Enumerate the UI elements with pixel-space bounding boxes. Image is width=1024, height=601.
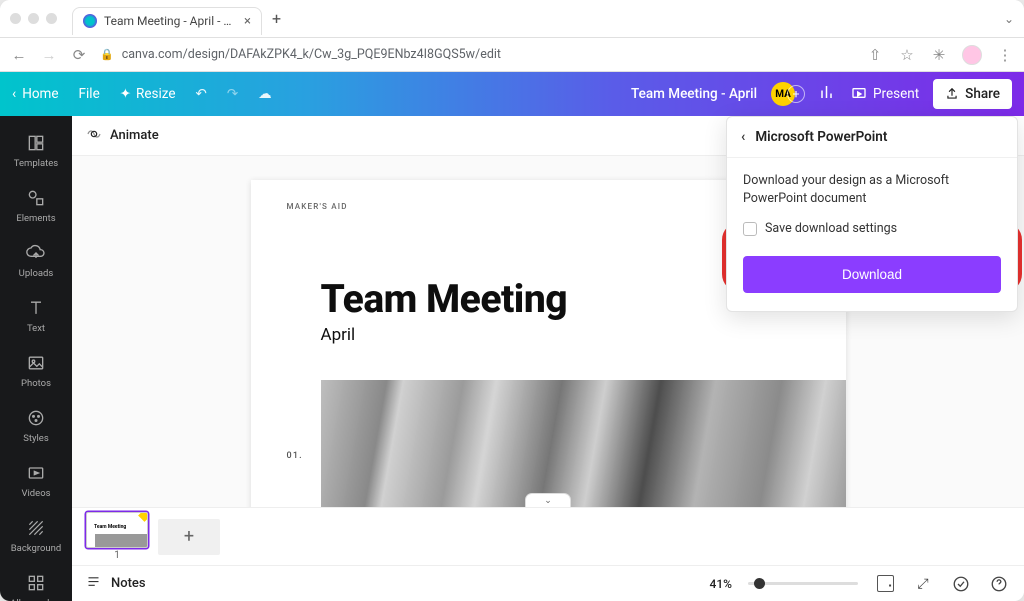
reload-button[interactable]: ⟳ [70,46,88,64]
sidebar-item-templates[interactable]: Templates [0,124,72,177]
slide-title-text[interactable]: Team Meeting [321,276,568,322]
url-text: canva.com/design/DAFAkZPK4_k/Cw_3g_PQE9E… [122,47,501,62]
file-menu[interactable]: File [79,86,100,102]
panel-title: Microsoft PowerPoint [755,129,887,145]
menu-icon[interactable]: ⋮ [996,46,1014,64]
forward-button[interactable]: → [40,46,58,64]
save-settings-label: Save download settings [765,221,897,236]
background-icon [25,517,47,539]
workspace: Animate MAKER'S AID Team Meeting April 0… [72,116,1024,601]
minimize-window-icon[interactable] [28,13,39,24]
sidebar-item-background[interactable]: Background [0,509,72,562]
resize-button[interactable]: ✦ Resize [120,86,176,102]
sidebar-item-styles[interactable]: Styles [0,399,72,452]
page-thumbnail-1[interactable]: Team Meeting 1 [86,512,148,561]
profile-avatar-icon[interactable] [962,45,982,65]
grid-view-button[interactable]: ▪ [874,573,896,595]
chevron-down-icon[interactable]: ⌄ [1004,12,1014,26]
help-button[interactable] [988,573,1010,595]
canva-favicon-icon [83,14,97,28]
slide-subtitle-text[interactable]: April [321,325,356,345]
footer-bar: Notes 41% ▪ ⤢ [72,565,1024,601]
home-button[interactable]: ‹ Home [12,86,59,102]
sidebar-item-elements[interactable]: Elements [0,179,72,232]
thumbnail-rail: Team Meeting 1 + [72,507,1024,565]
styles-icon [25,407,47,429]
document-title[interactable]: Team Meeting - April [631,86,757,102]
chevron-left-icon: ‹ [12,86,16,102]
slide-page-number[interactable]: 01. [287,451,303,461]
left-sidebar: Templates Elements Uploads Text Photos S… [0,116,72,601]
extension-icon[interactable]: ✳ [930,46,948,64]
magic-resize-icon: ✦ [120,86,131,102]
animate-icon [86,126,102,146]
undo-icon[interactable]: ↶ [196,86,207,102]
slide-brand-text[interactable]: MAKER'S AID [287,202,348,211]
save-settings-checkbox[interactable]: Save download settings [743,221,1001,236]
add-collaborator-button[interactable]: + [787,85,805,103]
slide-photo[interactable] [321,380,846,507]
close-window-icon[interactable] [10,13,21,24]
fullscreen-button[interactable]: ⤢ [912,573,934,595]
sidebar-item-all-designs[interactable]: All your de... [0,564,72,601]
sidebar-item-text[interactable]: Text [0,289,72,342]
analytics-icon[interactable] [819,83,837,105]
home-label: Home [22,86,58,102]
back-button[interactable]: ← [10,46,28,64]
browser-address-bar: ← → ⟳ 🔒 canva.com/design/DAFAkZPK4_k/Cw_… [0,38,1024,72]
resize-label: Resize [136,86,175,102]
redo-icon[interactable]: ↷ [227,86,238,102]
share-label: Share [965,86,1000,102]
zoom-slider[interactable] [748,582,858,585]
videos-icon [25,462,47,484]
bookmark-icon[interactable]: ☆ [898,46,916,64]
url-field[interactable]: 🔒 canva.com/design/DAFAkZPK4_k/Cw_3g_PQE… [100,47,854,62]
sidebar-item-videos[interactable]: Videos [0,454,72,507]
templates-icon [25,132,47,154]
share-url-icon[interactable]: ⇧ [866,46,884,64]
notes-icon [86,574,101,593]
browser-titlebar: Team Meeting - April - Presen × + ⌄ [0,0,1024,38]
browser-tab[interactable]: Team Meeting - April - Presen × [72,7,262,35]
checkmark-status-icon[interactable] [950,573,972,595]
panel-back-button[interactable]: ‹ [741,129,745,145]
lock-icon: 🔒 [100,48,114,61]
maximize-window-icon[interactable] [46,13,57,24]
text-icon [25,297,47,319]
zoom-level[interactable]: 41% [710,577,732,591]
browser-window: Team Meeting - April - Presen × + ⌄ ← → … [0,0,1024,601]
sidebar-item-photos[interactable]: Photos [0,344,72,397]
expand-pages-button[interactable]: ⌄ [525,493,571,507]
cloud-sync-icon[interactable]: ☁ [258,86,272,102]
panel-description: Download your design as a Microsoft Powe… [743,172,1001,207]
notes-button[interactable]: Notes [111,576,146,591]
photos-icon [25,352,47,374]
present-button[interactable]: Present [851,86,919,102]
download-button[interactable]: Download [743,256,1001,293]
tab-title: Team Meeting - April - Presen [104,14,237,28]
sidebar-item-uploads[interactable]: Uploads [0,234,72,287]
uploads-icon [25,242,47,264]
thumbnail-page-number: 1 [114,550,120,561]
window-controls[interactable] [10,13,57,24]
add-page-button[interactable]: + [158,519,220,555]
checkbox-icon[interactable] [743,222,757,236]
new-tab-button[interactable]: + [262,9,291,28]
elements-icon [25,187,47,209]
canva-top-toolbar: ‹ Home File ✦ Resize ↶ ↷ ☁ Team Meeting … [0,72,1024,116]
tab-close-icon[interactable]: × [244,14,251,29]
present-label: Present [873,86,919,102]
download-panel: ‹ Microsoft PowerPoint Download your des… [726,116,1018,312]
share-button[interactable]: Share [933,79,1012,109]
zoom-slider-handle[interactable] [754,578,765,589]
animate-button[interactable]: Animate [110,128,159,143]
grid-icon [25,572,47,594]
